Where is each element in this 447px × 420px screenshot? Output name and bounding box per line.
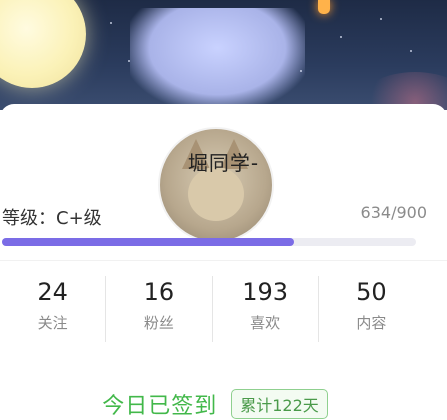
stat-following-label: 关注 bbox=[37, 314, 68, 332]
banner-artwork bbox=[130, 8, 305, 108]
star-decoration bbox=[128, 60, 130, 62]
star-decoration bbox=[300, 70, 302, 72]
star-decoration bbox=[380, 18, 382, 20]
username[interactable]: 堀同学- bbox=[0, 147, 447, 176]
level-label: 等级：C+级 bbox=[2, 208, 102, 229]
level-progress-bar bbox=[2, 238, 416, 246]
stats-row: 24 关注 16 粉丝 193 喜欢 50 内容 bbox=[0, 276, 424, 342]
stat-followers-label: 粉丝 bbox=[143, 314, 174, 332]
stat-followers[interactable]: 16 粉丝 bbox=[105, 276, 211, 342]
stat-followers-count: 16 bbox=[143, 278, 175, 306]
stat-content-label: 内容 bbox=[356, 314, 387, 332]
checkin-row: 今日已签到 累计122天 bbox=[0, 388, 430, 420]
moon-decoration bbox=[0, 0, 86, 88]
star-decoration bbox=[110, 22, 112, 24]
stat-likes[interactable]: 193 喜欢 bbox=[211, 276, 318, 342]
lantern-decoration bbox=[318, 0, 330, 14]
level-progress-fill bbox=[2, 238, 294, 246]
stat-content[interactable]: 50 内容 bbox=[317, 276, 424, 342]
stat-content-count: 50 bbox=[356, 278, 387, 306]
checkin-streak-badge: 累计122天 bbox=[231, 389, 328, 419]
profile-banner bbox=[0, 0, 447, 110]
level-progress-value: 634/900 bbox=[360, 203, 427, 222]
avatar[interactable] bbox=[158, 127, 274, 243]
divider bbox=[0, 260, 447, 261]
star-decoration bbox=[410, 50, 412, 52]
stat-following[interactable]: 24 关注 bbox=[0, 276, 105, 342]
stat-likes-label: 喜欢 bbox=[250, 314, 281, 332]
star-decoration bbox=[340, 36, 342, 38]
stat-following-count: 24 bbox=[37, 278, 68, 306]
checkin-status[interactable]: 今日已签到 bbox=[102, 388, 217, 420]
stat-likes-count: 193 bbox=[242, 278, 289, 306]
